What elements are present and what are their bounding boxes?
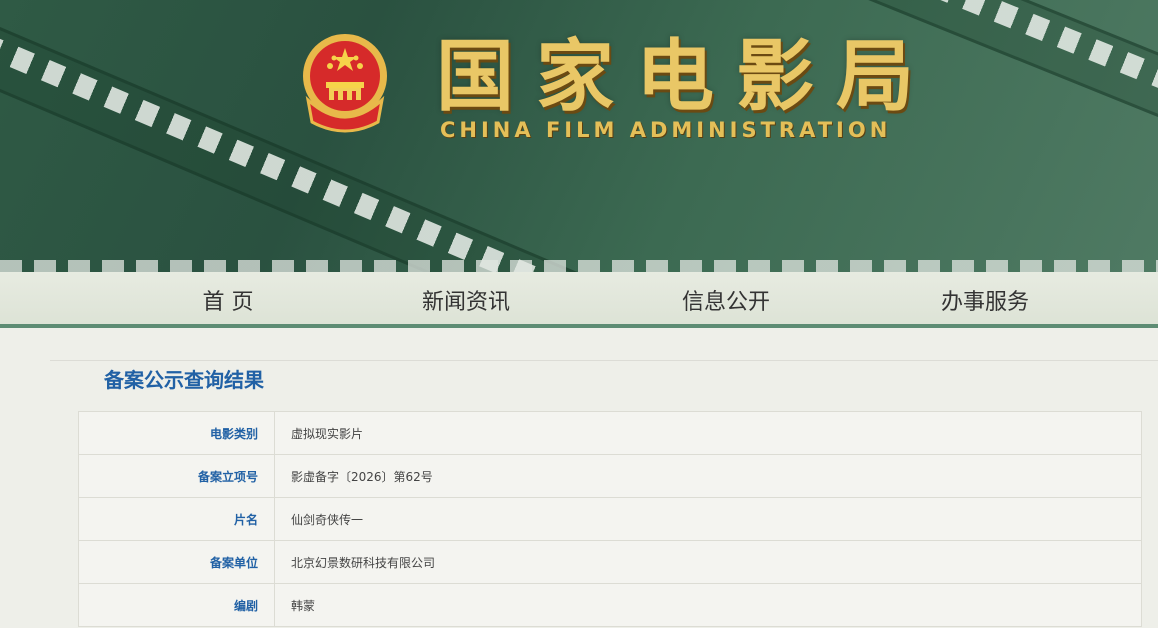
national-emblem-icon: [303, 34, 387, 133]
main-nav: 首 页 新闻资讯 信息公开 办事服务: [0, 272, 1158, 328]
field-label: 片名: [78, 497, 275, 541]
title-char: 家: [535, 31, 616, 122]
field-label: 备案单位: [78, 540, 275, 584]
title-char: 国: [436, 31, 517, 122]
site-title-cn: 国 家 电 影 局: [436, 22, 916, 122]
site-banner: 国 家 电 影 局 CHINA FILM ADMINISTRATION: [0, 0, 1158, 272]
record-table: 电影类别 虚拟现实影片 备案立项号 影虚备字〔2026〕第62号 片名 仙剑奇侠…: [78, 411, 1142, 627]
page-title: 备案公示查询结果: [104, 368, 264, 392]
field-label: 备案立项号: [78, 454, 275, 498]
film-strip-decoration: [0, 260, 1158, 272]
title-char: 电: [635, 31, 716, 122]
field-label: 电影类别: [78, 411, 275, 455]
field-value: 仙剑奇侠传一: [274, 497, 1142, 541]
table-row: 电影类别 虚拟现实影片: [78, 411, 1142, 455]
field-value: 韩蒙: [274, 583, 1142, 627]
nav-item-home[interactable]: 首 页: [148, 284, 308, 316]
site-title-en: CHINA FILM ADMINISTRATION: [440, 118, 892, 142]
field-value: 北京幻景数研科技有限公司: [274, 540, 1142, 584]
table-row: 备案单位 北京幻景数研科技有限公司: [78, 540, 1142, 584]
field-value: 虚拟现实影片: [274, 411, 1142, 455]
nav-item-news[interactable]: 新闻资讯: [386, 284, 546, 316]
title-char: 局: [835, 31, 916, 122]
nav-item-info-disclosure[interactable]: 信息公开: [646, 284, 806, 316]
field-label: 编剧: [78, 583, 275, 627]
table-row: 编剧 韩蒙: [78, 583, 1142, 627]
title-char: 影: [735, 31, 816, 122]
nav-item-services[interactable]: 办事服务: [905, 284, 1065, 316]
table-row: 片名 仙剑奇侠传一: [78, 497, 1142, 541]
table-row: 备案立项号 影虚备字〔2026〕第62号: [78, 454, 1142, 498]
field-value: 影虚备字〔2026〕第62号: [274, 454, 1142, 498]
